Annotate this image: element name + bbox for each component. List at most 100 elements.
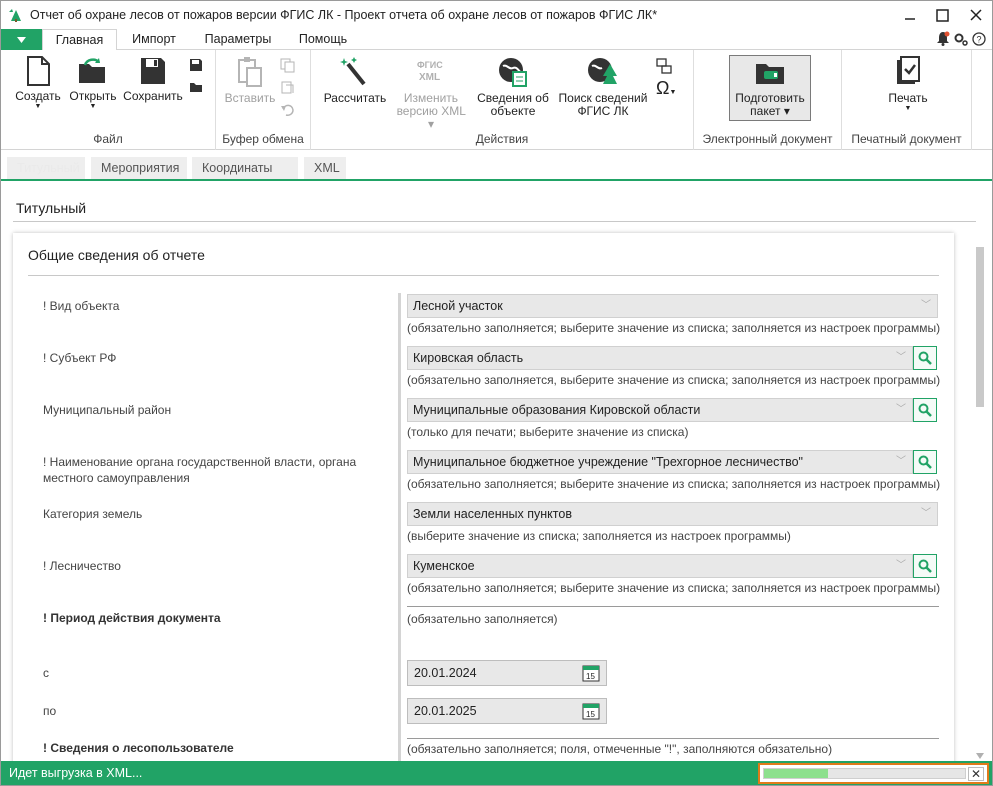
- gears-icon[interactable]: [954, 32, 968, 46]
- period-from-label: с: [43, 666, 49, 680]
- open-button[interactable]: Открыть ▼: [67, 56, 119, 111]
- field-hint: (обязательно заполняется; выберите значе…: [407, 477, 941, 491]
- status-text: Идет выгрузка в XML...: [9, 766, 143, 780]
- flash-drive-folder-icon: [756, 64, 784, 84]
- vertical-scrollbar[interactable]: [974, 241, 986, 761]
- calculate-button[interactable]: Рассчитать: [323, 56, 387, 105]
- user-info-divider: [407, 738, 939, 739]
- field-label-forestry: ! Лесничество: [43, 559, 121, 573]
- maximize-button[interactable]: [926, 1, 959, 29]
- save-all-icon[interactable]: [189, 58, 203, 72]
- tab-parameters[interactable]: Параметры: [196, 29, 280, 50]
- paste-icon: [238, 57, 262, 87]
- status-bar: Идет выгрузка в XML... ✕: [1, 761, 992, 785]
- copy-icon[interactable]: [280, 58, 295, 73]
- omega-icon[interactable]: Ω▼: [656, 78, 676, 103]
- authority-select[interactable]: Муниципальное бюджетное учреждение "Трех…: [407, 450, 913, 474]
- period-divider: [407, 606, 939, 607]
- save-button[interactable]: Сохранить: [121, 56, 185, 103]
- windows-icon[interactable]: [656, 58, 672, 74]
- chevron-down-icon: ﹀: [896, 456, 906, 467]
- period-from-date-input[interactable]: 20.01.2024 15: [407, 660, 607, 686]
- cut-icon[interactable]: [280, 80, 295, 95]
- ribbon-group-print: Печать ▼ Печатный документ: [842, 50, 972, 150]
- subject-select[interactable]: Кировская область ﹀: [407, 346, 913, 370]
- globe-document-icon: [499, 58, 527, 87]
- ribbon-group-edoc: Подготовить пакет ▾ Электронный документ: [694, 50, 842, 150]
- menu-bar: Главная Импорт Параметры Помощь ?: [1, 29, 992, 51]
- search-fgis-button[interactable]: Поиск сведений ФГИС ЛК: [557, 56, 649, 118]
- save-icon: [141, 58, 165, 84]
- field-hint: (обязательно заполняется, выберите значе…: [407, 373, 941, 387]
- svg-text:XML: XML: [419, 72, 440, 83]
- prepare-package-button[interactable]: Подготовить пакет ▾: [729, 55, 811, 121]
- document-tabs: Титульный Мероприятия Координаты XML: [1, 151, 992, 181]
- content-area: Титульный Общие сведения об отчете ! Вид…: [1, 183, 992, 761]
- object-type-select[interactable]: Лесной участок ﹀: [407, 294, 938, 318]
- progress-fill: [764, 769, 829, 778]
- tab-import[interactable]: Импорт: [121, 29, 187, 50]
- tab-xml[interactable]: XML: [304, 157, 346, 179]
- section-divider: [13, 221, 976, 222]
- progress-bar: [763, 768, 966, 779]
- general-info-card: Общие сведения об отчете ! Вид объекта Л…: [13, 233, 954, 761]
- new-document-icon: [27, 56, 50, 86]
- cancel-export-button[interactable]: ✕: [968, 767, 984, 781]
- tab-main[interactable]: Главная: [42, 29, 117, 51]
- scrollbar-thumb[interactable]: [976, 247, 984, 407]
- group-edoc-label: Электронный документ: [702, 132, 833, 146]
- user-info-label: ! Сведения о лесопользователе: [43, 741, 234, 755]
- close-window-button[interactable]: [959, 1, 992, 29]
- period-to-date-input[interactable]: 20.01.2025 15: [407, 698, 607, 724]
- card-title: Общие сведения об отчете: [28, 247, 205, 263]
- close-icon: [969, 9, 982, 21]
- user-info-hint: (обязательно заполняется; поля, отмеченн…: [407, 742, 833, 756]
- forestry-select[interactable]: Куменское ﹀: [407, 554, 913, 578]
- field-label-district: Муниципальный район: [43, 403, 172, 417]
- minimize-button[interactable]: [893, 1, 926, 29]
- chevron-down-icon: ﹀: [896, 404, 906, 415]
- group-print-label: Печатный документ: [851, 132, 962, 146]
- calendar-icon[interactable]: 15: [582, 664, 600, 682]
- field-label-subject: ! Субъект РФ: [43, 351, 117, 365]
- search-icon: [918, 403, 932, 417]
- tab-title-page[interactable]: Титульный: [7, 157, 85, 179]
- search-icon: [918, 455, 932, 469]
- field-label-land-category: Категория земель: [43, 507, 143, 521]
- forestry-search-button[interactable]: [913, 554, 937, 578]
- tab-activities[interactable]: Мероприятия: [91, 157, 187, 179]
- tab-coordinates[interactable]: Координаты: [192, 157, 298, 179]
- undo-icon[interactable]: [280, 102, 295, 117]
- section-title: Титульный: [16, 200, 87, 216]
- scroll-down-icon[interactable]: [976, 753, 984, 759]
- object-info-button[interactable]: Сведения об объекте: [475, 56, 551, 118]
- subject-search-button[interactable]: [913, 346, 937, 370]
- minimize-icon: [904, 18, 915, 20]
- land-category-select[interactable]: Земли населенных пунктов ﹀: [407, 502, 938, 526]
- calendar-icon[interactable]: 15: [582, 702, 600, 720]
- svg-text:15: 15: [586, 672, 595, 681]
- fgis-xml-icon: ФГИС XML: [417, 60, 443, 83]
- tab-help[interactable]: Помощь: [290, 29, 356, 50]
- caret-down-icon: [17, 36, 26, 43]
- bell-icon[interactable]: [936, 31, 950, 46]
- search-icon: [918, 351, 932, 365]
- help-icon[interactable]: ?: [972, 31, 986, 46]
- authority-search-button[interactable]: [913, 450, 937, 474]
- open-folder-icon: [79, 58, 105, 83]
- file-menu-button[interactable]: [1, 29, 42, 50]
- folder-small-icon[interactable]: [189, 80, 203, 94]
- paste-button[interactable]: Вставить: [222, 56, 278, 105]
- app-window: Отчет об охране лесов от пожаров версии …: [0, 0, 993, 786]
- chevron-down-icon: ﹀: [896, 560, 906, 571]
- column-separator: [398, 293, 401, 761]
- district-search-button[interactable]: [913, 398, 937, 422]
- progress-panel: ✕: [758, 763, 989, 784]
- change-xml-version-button[interactable]: ФГИС XML Изменить версию XML ▾: [393, 56, 469, 131]
- district-select[interactable]: Муниципальные образования Кировской обла…: [407, 398, 913, 422]
- print-button[interactable]: Печать ▼: [880, 56, 936, 113]
- maximize-icon: [936, 8, 949, 22]
- create-button[interactable]: Создать ▼: [13, 56, 63, 111]
- period-hint: (обязательно заполняется): [407, 612, 558, 626]
- svg-text:ФГИС: ФГИС: [417, 60, 443, 70]
